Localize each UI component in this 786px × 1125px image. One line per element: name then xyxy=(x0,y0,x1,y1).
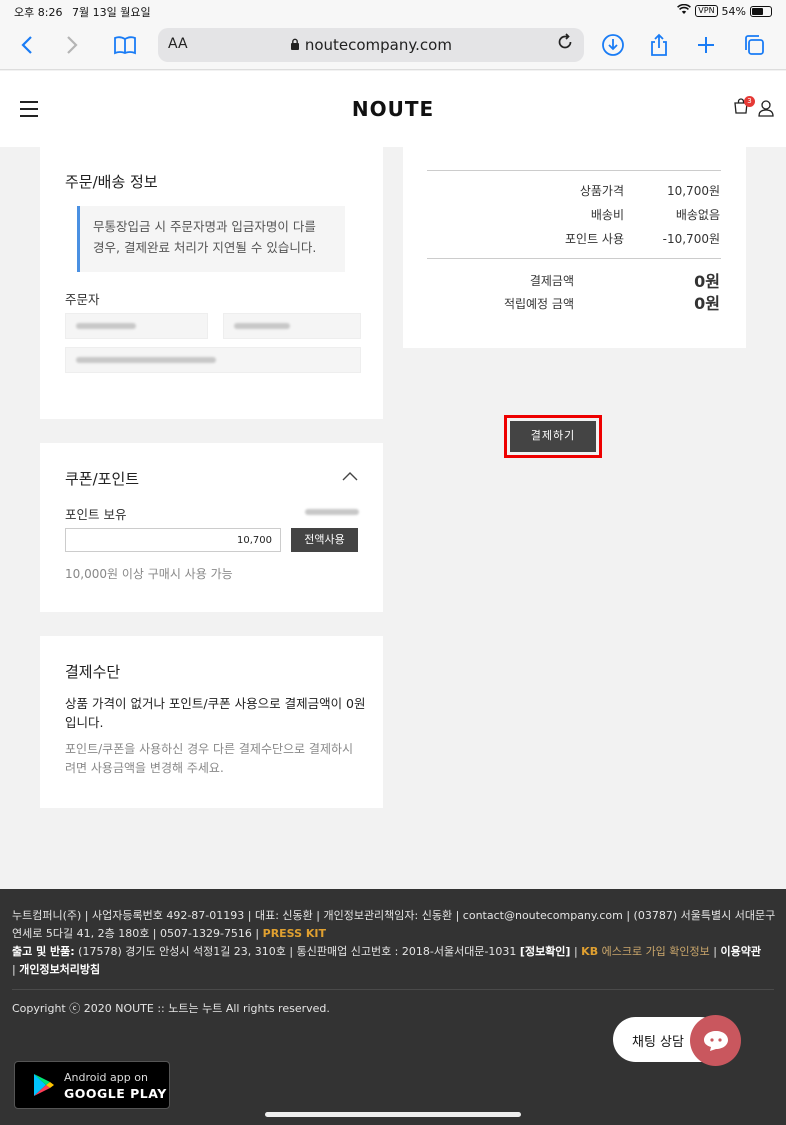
footer-divider xyxy=(12,989,774,990)
order-info-title: 주문/배송 정보 xyxy=(65,173,158,191)
terms-link[interactable]: 이용약관 xyxy=(721,945,761,958)
summary-price-value: 10,700원 xyxy=(666,184,720,198)
download-icon xyxy=(602,34,624,56)
deposit-notice-line2: 경우, 결제완료 처리가 지연될 수 있습니다. xyxy=(93,240,317,255)
footer-company-info: 누트컴퍼니(주) | 사업자등록번호 492-87-01193 | 대표: 신동… xyxy=(12,909,776,922)
point-balance-label: 포인트 보유 xyxy=(65,507,127,522)
chat-consult-label: 채팅 상담 xyxy=(632,1035,684,1050)
point-usage-hint: 10,000원 이상 구매시 사용 가능 xyxy=(65,567,233,581)
summary-point-label: 포인트 사용 xyxy=(564,232,624,246)
return-address: (17578) 경기도 안성시 석정1길 23, 310호 | 통신판매업 신고… xyxy=(74,945,520,958)
cart-count-badge: 3 xyxy=(744,96,755,107)
status-bar: 오후 8:26 7월 13일 월요일 VPN 54% xyxy=(0,0,786,22)
footer-copyright: Copyright ⓒ 2020 NOUTE :: 노트는 누트 All rig… xyxy=(12,1002,330,1015)
google-play-icon xyxy=(34,1074,54,1096)
order-summary-card xyxy=(403,147,746,348)
url-display[interactable]: noutecompany.com xyxy=(158,36,584,54)
back-button[interactable] xyxy=(12,30,42,60)
summary-price-label: 상품가격 xyxy=(579,184,624,198)
summary-shipping-value: 배송없음 xyxy=(675,208,720,222)
status-right: VPN 54% xyxy=(677,3,772,18)
forward-button[interactable] xyxy=(57,30,87,60)
lock-icon xyxy=(290,36,305,54)
zero-amount-message: 상품 가격이 없거나 포인트/쿠폰 사용으로 결제금액이 0원 입니다. xyxy=(65,694,366,732)
chevron-right-icon xyxy=(67,36,78,54)
footer-address: 연세로 5다길 41, 2층 180호 | 0507-1329-7516 | xyxy=(12,927,263,940)
total-amount-label: 결제금액 xyxy=(529,274,574,288)
orderer-phone-field[interactable] xyxy=(223,313,361,339)
deposit-notice: 무통장입금 시 주문자명과 입금자명이 다를 경우, 결제완료 처리가 지연될 … xyxy=(77,206,345,272)
orderer-email-field[interactable] xyxy=(65,347,361,373)
coupon-point-title: 쿠폰/포인트 xyxy=(65,470,140,488)
bookmarks-button[interactable] xyxy=(110,30,140,60)
summary-mid-divider xyxy=(427,258,721,259)
footer-sep-1: | xyxy=(570,945,582,958)
status-date: 7월 13일 월요일 xyxy=(72,6,151,19)
chevron-left-icon xyxy=(21,36,32,54)
reward-amount-label: 적립예정 금액 xyxy=(503,297,574,311)
orderer-label: 주문자 xyxy=(65,292,100,307)
footer-sep-2: | xyxy=(709,945,721,958)
chat-launcher[interactable] xyxy=(690,1015,741,1066)
chevron-up-icon[interactable] xyxy=(342,471,358,481)
download-button[interactable] xyxy=(598,30,628,60)
reload-icon xyxy=(558,33,572,49)
user-icon[interactable] xyxy=(757,99,775,117)
escrow-link[interactable]: 에스크로 가입 확인정보 xyxy=(598,945,710,958)
reload-button[interactable] xyxy=(556,33,574,56)
address-bar[interactable]: AA noutecompany.com xyxy=(158,28,584,62)
return-label: 출고 및 반품: xyxy=(12,945,75,958)
url-text: noutecompany.com xyxy=(304,36,452,54)
zero-amount-line2: 입니다. xyxy=(65,715,104,730)
google-play-badge[interactable]: Android app on GOOGLE PLAY xyxy=(14,1061,170,1109)
footer-return-line: 출고 및 반품: (17578) 경기도 안성시 석정1길 23, 310호 |… xyxy=(12,943,761,959)
summary-shipping-label: 배송비 xyxy=(590,208,624,222)
battery-icon xyxy=(750,5,772,17)
footer-address-line: 연세로 5다길 41, 2층 180호 | 0507-1329-7516 | P… xyxy=(12,925,326,941)
tabs-icon xyxy=(745,35,764,55)
google-play-small-text: Android app on xyxy=(64,1071,148,1084)
change-amount-line1: 포인트/쿠폰을 사용하신 경우 다른 결제수단으로 결제하시 xyxy=(65,742,354,756)
new-tab-button[interactable] xyxy=(691,30,721,60)
vpn-badge: VPN xyxy=(695,5,718,17)
zero-amount-line1: 상품 가격이 없거나 포인트/쿠폰 사용으로 결제금액이 0원 xyxy=(65,696,366,711)
site-header: NOUTE 3 xyxy=(0,71,786,147)
site-logo[interactable]: NOUTE xyxy=(0,97,786,121)
battery-percent: 54% xyxy=(721,4,746,18)
pay-button[interactable]: 결제하기 xyxy=(510,421,596,452)
point-amount-input[interactable]: 10,700 xyxy=(65,528,281,552)
reward-amount-value: 0원 xyxy=(694,294,720,313)
chat-bubble-icon xyxy=(703,1030,728,1051)
google-play-big-text: GOOGLE PLAY xyxy=(64,1086,167,1101)
payment-method-title: 결제수단 xyxy=(65,663,121,681)
info-check-link[interactable]: [정보확인] xyxy=(520,945,571,958)
press-kit-link[interactable]: PRESS KIT xyxy=(263,927,326,940)
home-indicator xyxy=(265,1112,521,1117)
point-balance-value xyxy=(303,502,363,522)
share-icon xyxy=(651,33,667,56)
tabs-button[interactable] xyxy=(739,30,769,60)
plus-icon xyxy=(698,37,714,53)
pay-button-highlight: 결제하기 xyxy=(504,415,602,458)
deposit-notice-line1: 무통장입금 시 주문자명과 입금자명이 다를 xyxy=(93,219,316,234)
privacy-policy-link[interactable]: 개인정보처리방침 xyxy=(19,963,100,976)
book-icon xyxy=(114,36,136,55)
kb-label: KB xyxy=(581,945,599,958)
site-footer: 누트컴퍼니(주) | 사업자등록번호 492-87-01193 | 대표: 신동… xyxy=(0,889,786,1125)
use-all-points-button[interactable]: 전액사용 xyxy=(291,528,358,552)
summary-top-divider xyxy=(427,170,721,171)
footer-privacy-line: | 개인정보처리방침 xyxy=(12,961,100,977)
status-time: 오후 8:26 xyxy=(14,6,63,19)
share-button[interactable] xyxy=(644,30,674,60)
total-amount-value: 0원 xyxy=(694,272,720,291)
summary-point-value: -10,700원 xyxy=(662,232,720,246)
change-amount-message: 포인트/쿠폰을 사용하신 경우 다른 결제수단으로 결제하시 려면 사용금액을 … xyxy=(65,740,353,778)
browser-toolbar: AA noutecompany.com xyxy=(0,22,786,70)
change-amount-line2: 려면 사용금액을 변경해 주세요. xyxy=(65,761,224,775)
wifi-icon xyxy=(677,3,692,18)
orderer-name-field[interactable] xyxy=(65,313,208,339)
